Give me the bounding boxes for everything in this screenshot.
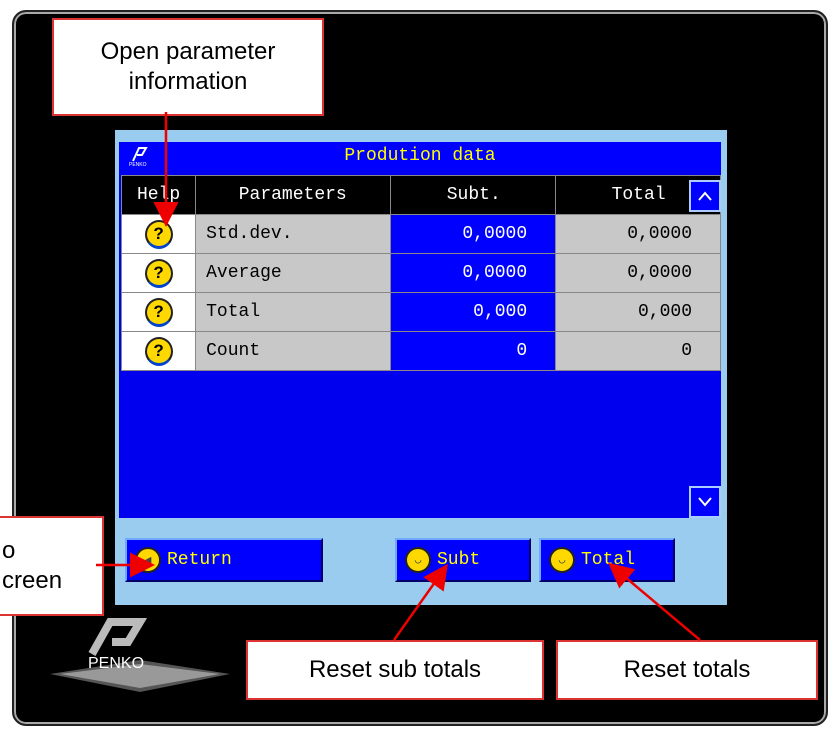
callout-arrows [96, 112, 701, 641]
arrow-subt [392, 563, 448, 641]
arrow-total [608, 562, 701, 641]
